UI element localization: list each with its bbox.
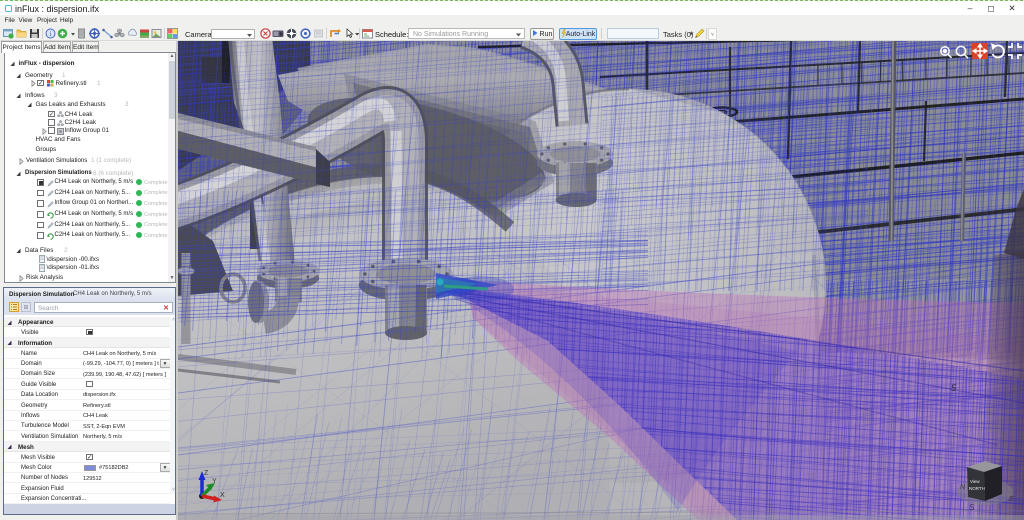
svg-text:Z: Z xyxy=(204,470,209,477)
svg-text:NORTH: NORTH xyxy=(969,486,985,491)
svg-text:Y: Y xyxy=(212,478,217,485)
svg-text:View: View xyxy=(970,479,980,484)
svg-text:i: i xyxy=(50,30,52,38)
svg-text:S: S xyxy=(969,503,975,512)
svg-text:X: X xyxy=(220,492,225,499)
svg-text:E: E xyxy=(1009,496,1014,503)
